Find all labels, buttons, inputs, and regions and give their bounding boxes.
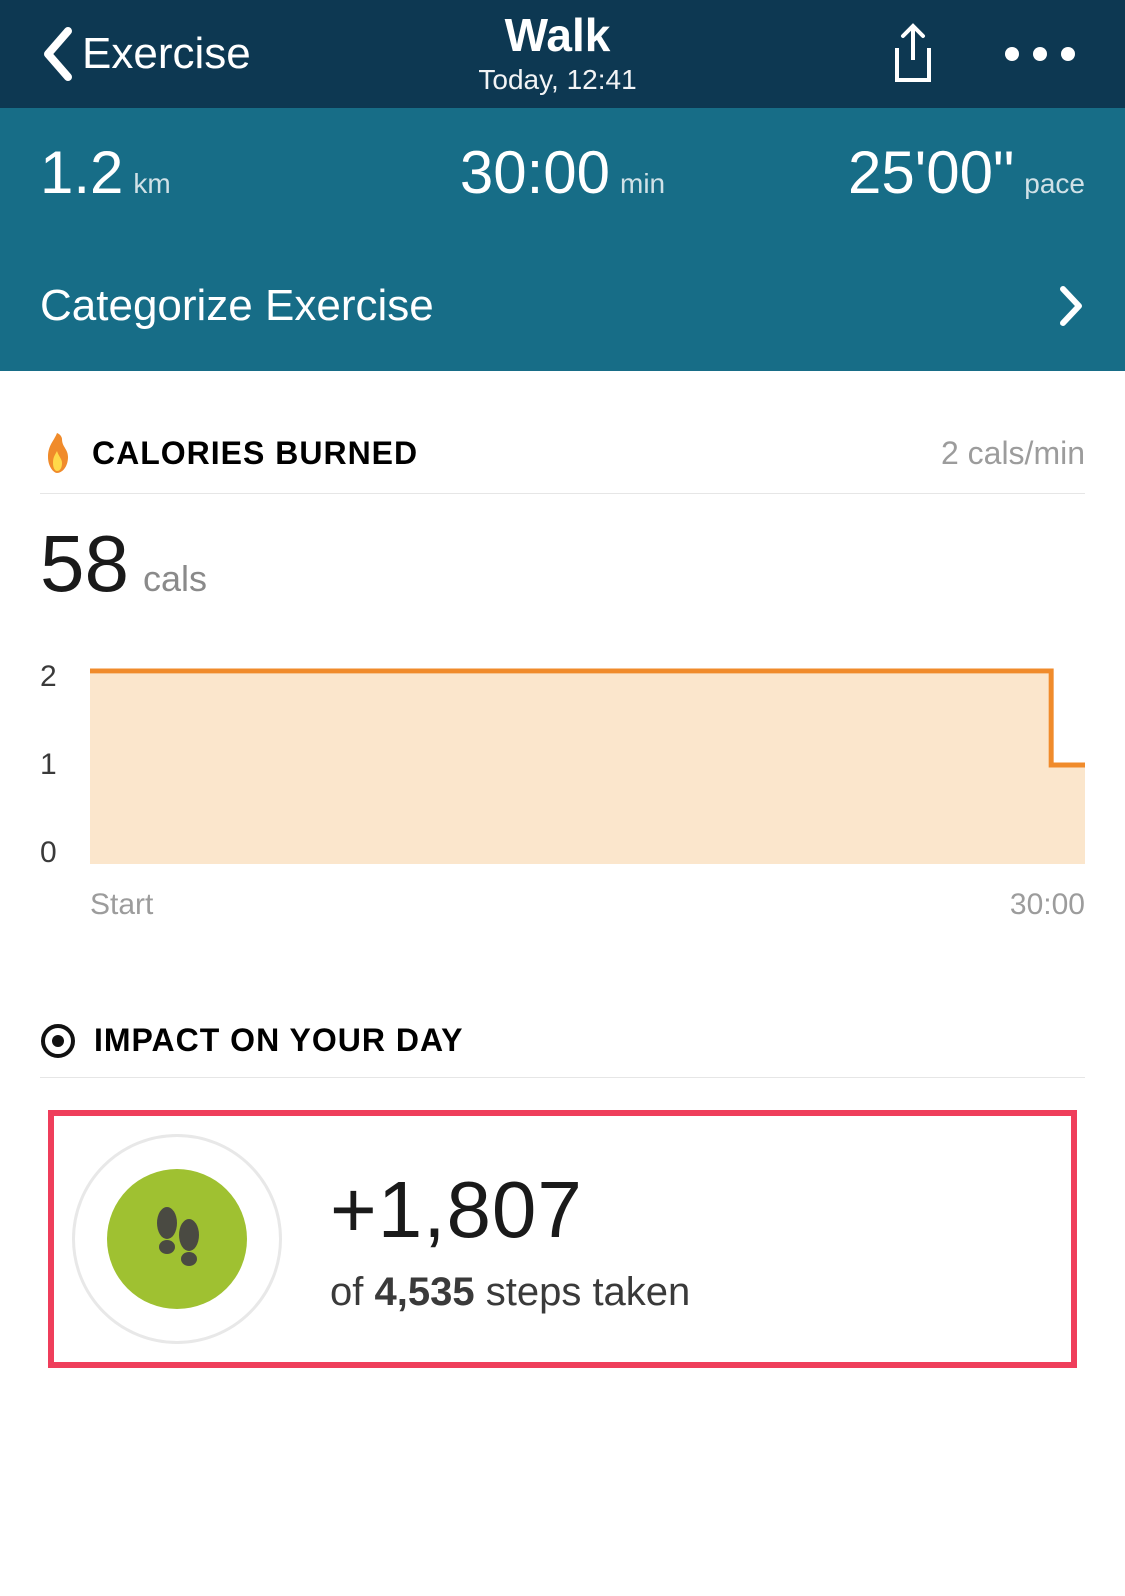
page-title: Walk — [478, 12, 636, 58]
duration-unit: min — [620, 168, 665, 200]
calories-total: 58 cals — [40, 518, 1085, 610]
footsteps-icon — [137, 1199, 217, 1279]
steps-badge-inner — [107, 1169, 247, 1309]
x-start-label: Start — [90, 888, 153, 922]
categorize-label: Categorize Exercise — [40, 281, 434, 331]
calories-unit: cals — [143, 558, 207, 600]
flame-icon — [40, 431, 74, 475]
calories-title: CALORIES BURNED — [92, 435, 418, 472]
dot-icon — [1061, 47, 1075, 61]
impact-title: IMPACT ON YOUR DAY — [94, 1022, 463, 1059]
stats-strip: 1.2 km 30:00 min 25'00" pace Categorize … — [0, 108, 1125, 371]
share-icon — [885, 22, 941, 86]
calories-header: CALORIES BURNED 2 cals/min — [40, 431, 1085, 494]
pace-value: 25'00" — [848, 138, 1014, 207]
steps-suffix: steps taken — [486, 1270, 691, 1314]
of-word: of — [330, 1270, 363, 1314]
y-tick: 2 — [40, 660, 90, 694]
calories-chart: 2 1 0 Start 30:00 — [40, 660, 1085, 922]
more-button[interactable] — [1005, 47, 1075, 61]
stats-row: 1.2 km 30:00 min 25'00" pace — [40, 138, 1085, 257]
duration-value: 30:00 — [460, 138, 610, 207]
stat-distance: 1.2 km — [40, 138, 388, 207]
chevron-right-icon — [1059, 285, 1085, 327]
impact-header: IMPACT ON YOUR DAY — [40, 1022, 1085, 1078]
steps-text: +1,807 of 4,535 steps taken — [330, 1164, 690, 1315]
calories-rate: 2 cals/min — [941, 435, 1085, 472]
chart-plot-area — [90, 666, 1085, 864]
impact-section: IMPACT ON YOUR DAY +1,807 of 4,535 steps… — [0, 922, 1125, 1368]
steps-badge — [72, 1134, 282, 1344]
share-button[interactable] — [885, 22, 941, 86]
header-bar: Exercise Walk Today, 12:41 — [0, 0, 1125, 108]
dot-icon — [1033, 47, 1047, 61]
back-label: Exercise — [82, 29, 251, 79]
stat-pace: 25'00" pace — [737, 138, 1085, 207]
chevron-left-icon — [40, 27, 74, 81]
steps-total: 4,535 — [374, 1270, 474, 1314]
back-button[interactable]: Exercise — [40, 27, 478, 81]
distance-unit: km — [133, 168, 170, 200]
pace-unit: pace — [1024, 168, 1085, 200]
calories-section: CALORIES BURNED 2 cals/min 58 cals 2 1 0 — [0, 371, 1125, 922]
page-subtitle: Today, 12:41 — [478, 64, 636, 96]
y-tick: 0 — [40, 836, 90, 870]
steps-impact-card[interactable]: +1,807 of 4,535 steps taken — [48, 1110, 1077, 1368]
steps-delta: +1,807 — [330, 1164, 690, 1256]
categorize-exercise-row[interactable]: Categorize Exercise — [40, 257, 1085, 371]
distance-value: 1.2 — [40, 138, 123, 207]
x-end-label: 30:00 — [1010, 888, 1085, 922]
target-icon — [40, 1023, 76, 1059]
chart-y-axis: 2 1 0 — [40, 660, 90, 870]
steps-total-line: of 4,535 steps taken — [330, 1270, 690, 1315]
stat-duration: 30:00 min — [388, 138, 736, 207]
header-actions — [637, 22, 1085, 86]
dot-icon — [1005, 47, 1019, 61]
header-title-block: Walk Today, 12:41 — [478, 12, 636, 96]
calories-value: 58 — [40, 518, 129, 610]
y-tick: 1 — [40, 748, 90, 782]
chart-x-axis: Start 30:00 — [90, 888, 1085, 922]
